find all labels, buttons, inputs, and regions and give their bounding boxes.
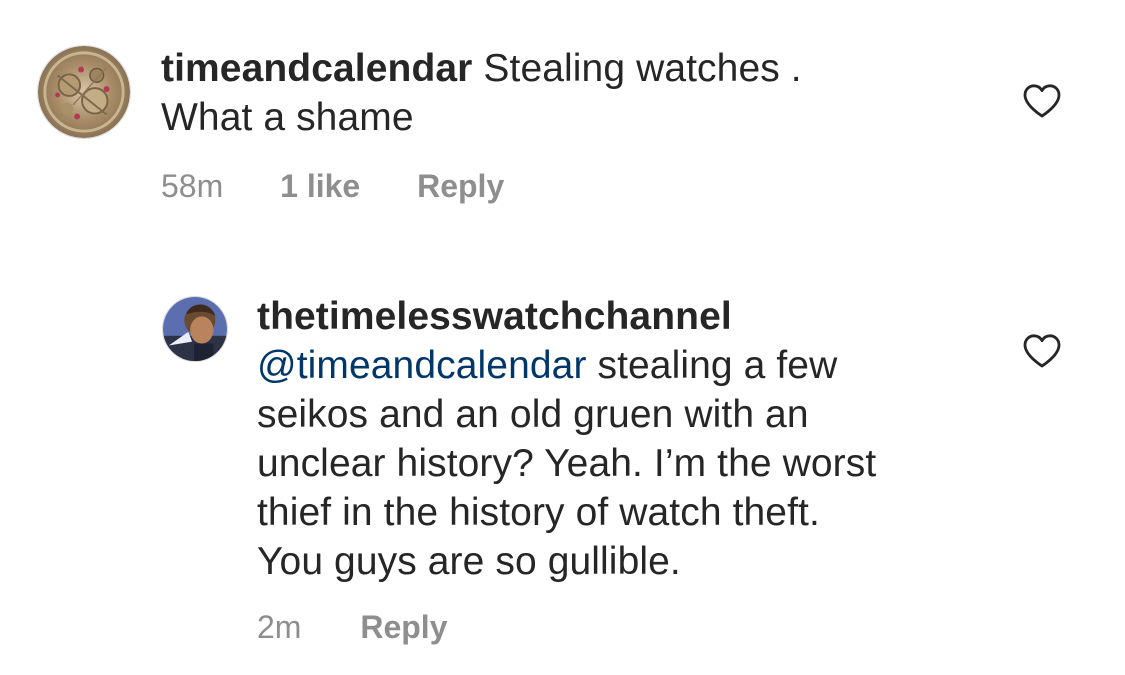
user-avatar[interactable] bbox=[162, 296, 228, 362]
comment-text: thetimelesswatchchannel @timeandcalendar… bbox=[257, 292, 1057, 586]
comment-body-line: stealing a few bbox=[586, 344, 838, 387]
comment-meta: 2m Reply bbox=[257, 607, 447, 647]
user-avatar[interactable] bbox=[37, 45, 131, 139]
heart-outline-icon[interactable] bbox=[1022, 83, 1062, 119]
heart-outline-icon[interactable] bbox=[1022, 333, 1062, 369]
comment-body-line: unclear history? Yeah. I’m the worst bbox=[257, 442, 877, 485]
reply-button[interactable]: Reply bbox=[360, 607, 447, 647]
mention-link[interactable]: @timeandcalendar bbox=[257, 344, 587, 387]
comment-timestamp: 58m bbox=[161, 168, 224, 204]
comment-text: timeandcalendar Stealing watches . What … bbox=[161, 44, 961, 142]
comment-body-line: Stealing watches . bbox=[483, 47, 802, 90]
comment-timestamp: 2m bbox=[257, 609, 302, 645]
like-count[interactable]: 1 like bbox=[280, 166, 360, 206]
comment-username[interactable]: thetimelesswatchchannel bbox=[257, 295, 732, 338]
comment-body-line: seikos and an old gruen with an bbox=[257, 393, 809, 436]
comment-meta: 58m 1 like Reply bbox=[161, 166, 504, 206]
comment-body-line: What a shame bbox=[161, 96, 414, 139]
comment-body-line: thief in the history of watch theft. bbox=[257, 491, 820, 534]
comment-username[interactable]: timeandcalendar bbox=[161, 47, 472, 90]
watch-movement-avatar-icon bbox=[38, 46, 130, 138]
reply-button[interactable]: Reply bbox=[417, 166, 504, 206]
comment-body-line: You guys are so gullible. bbox=[257, 540, 681, 583]
profile-photo-avatar-icon bbox=[163, 297, 227, 361]
